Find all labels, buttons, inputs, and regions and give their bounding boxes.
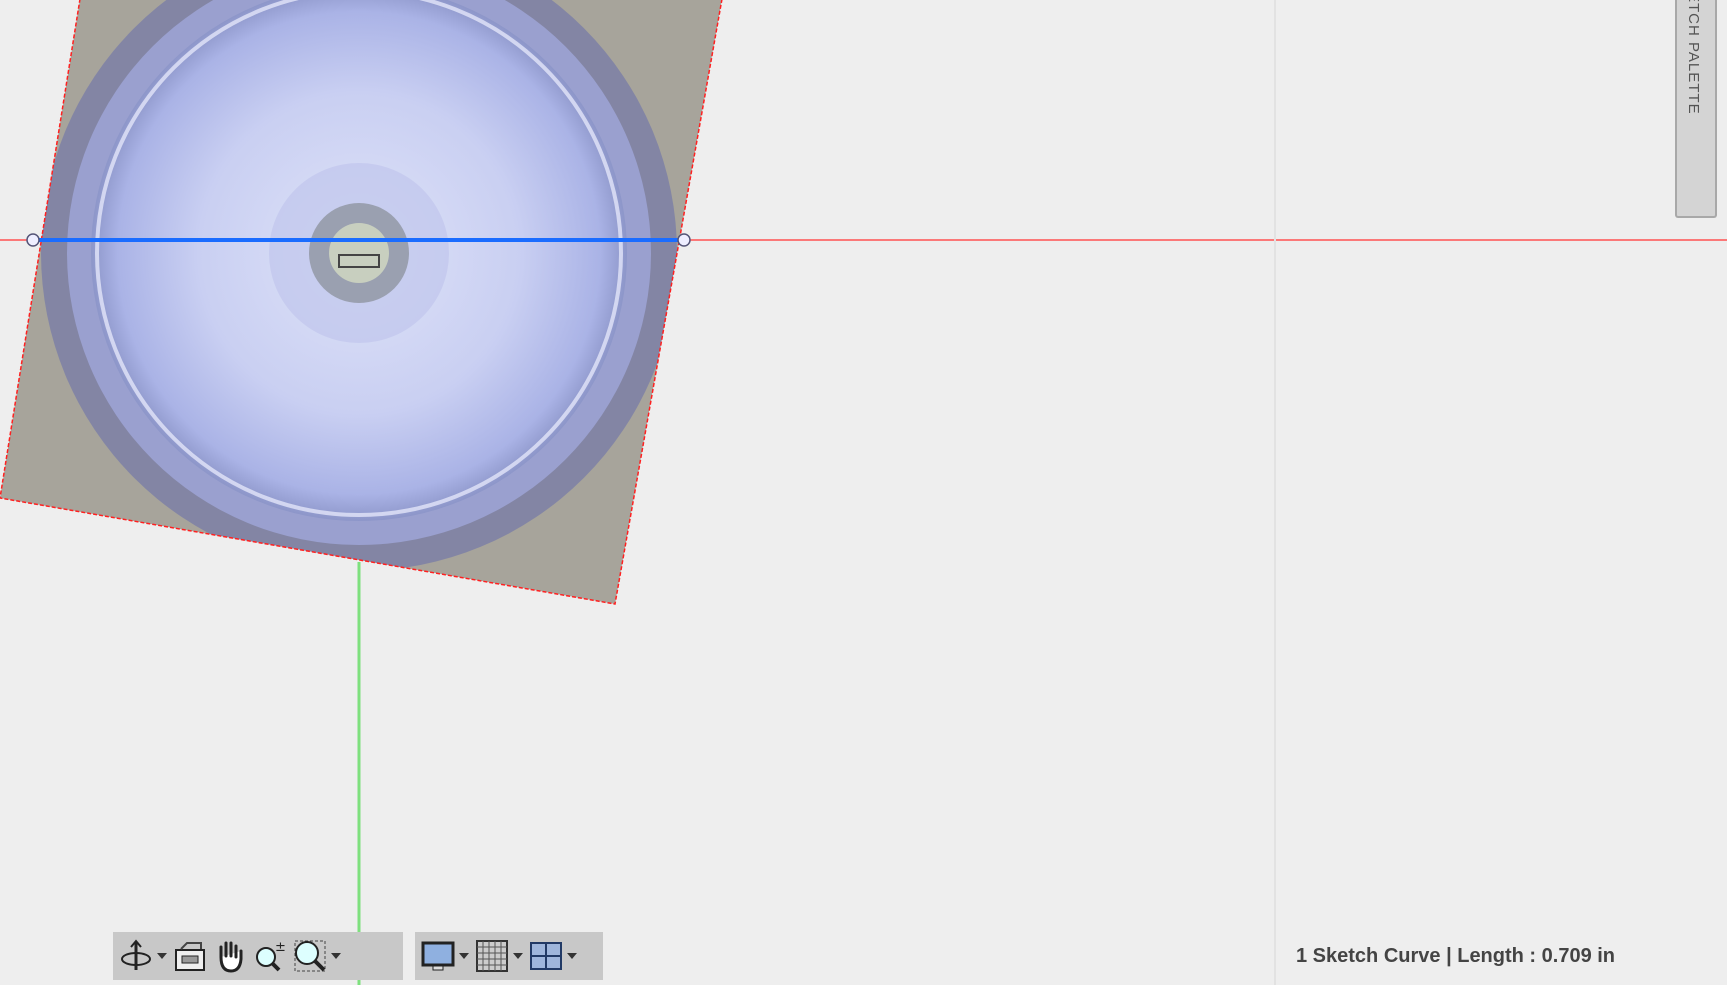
- canvas-image[interactable]: [0, 0, 730, 610]
- orbit-icon: [121, 939, 151, 970]
- display-settings-button[interactable]: [421, 936, 469, 976]
- chevron-down-icon[interactable]: [567, 953, 577, 959]
- zoom-button[interactable]: ±: [253, 936, 287, 976]
- orbit-button[interactable]: [119, 936, 167, 976]
- zoom-window-icon: [294, 940, 326, 972]
- selection-status: 1 Sketch Curve | Length : 0.709 in: [1296, 945, 1616, 967]
- curve-endpoint-end[interactable]: [677, 233, 691, 247]
- chevron-down-icon[interactable]: [459, 953, 469, 959]
- viewport-divider: [1274, 0, 1276, 985]
- curve-endpoint-start[interactable]: [26, 233, 40, 247]
- pan-button[interactable]: [213, 936, 247, 976]
- chevron-down-icon[interactable]: [331, 953, 341, 959]
- pan-hand-icon: [219, 941, 243, 973]
- viewports-button[interactable]: [529, 936, 577, 976]
- viewports-icon: [530, 942, 562, 970]
- look-at-button[interactable]: [173, 936, 207, 976]
- grid-button[interactable]: [475, 936, 523, 976]
- grid-icon: [476, 940, 508, 972]
- zoom-icon: ±: [256, 940, 286, 972]
- chevron-down-icon[interactable]: [157, 953, 167, 959]
- sketch-palette-tab[interactable]: SKETCH PALETTE: [1675, 0, 1717, 218]
- chevron-down-icon[interactable]: [513, 953, 523, 959]
- display-settings-icon: [421, 941, 455, 971]
- svg-text:±: ±: [275, 940, 286, 955]
- zoom-window-button[interactable]: [293, 936, 341, 976]
- display-toolbar: [415, 932, 603, 980]
- navigation-toolbar: ±: [113, 932, 403, 980]
- sketch-palette-label: SKETCH PALETTE: [1685, 0, 1702, 115]
- look-at-icon: [175, 942, 205, 971]
- sketch-canvas[interactable]: [0, 0, 1727, 985]
